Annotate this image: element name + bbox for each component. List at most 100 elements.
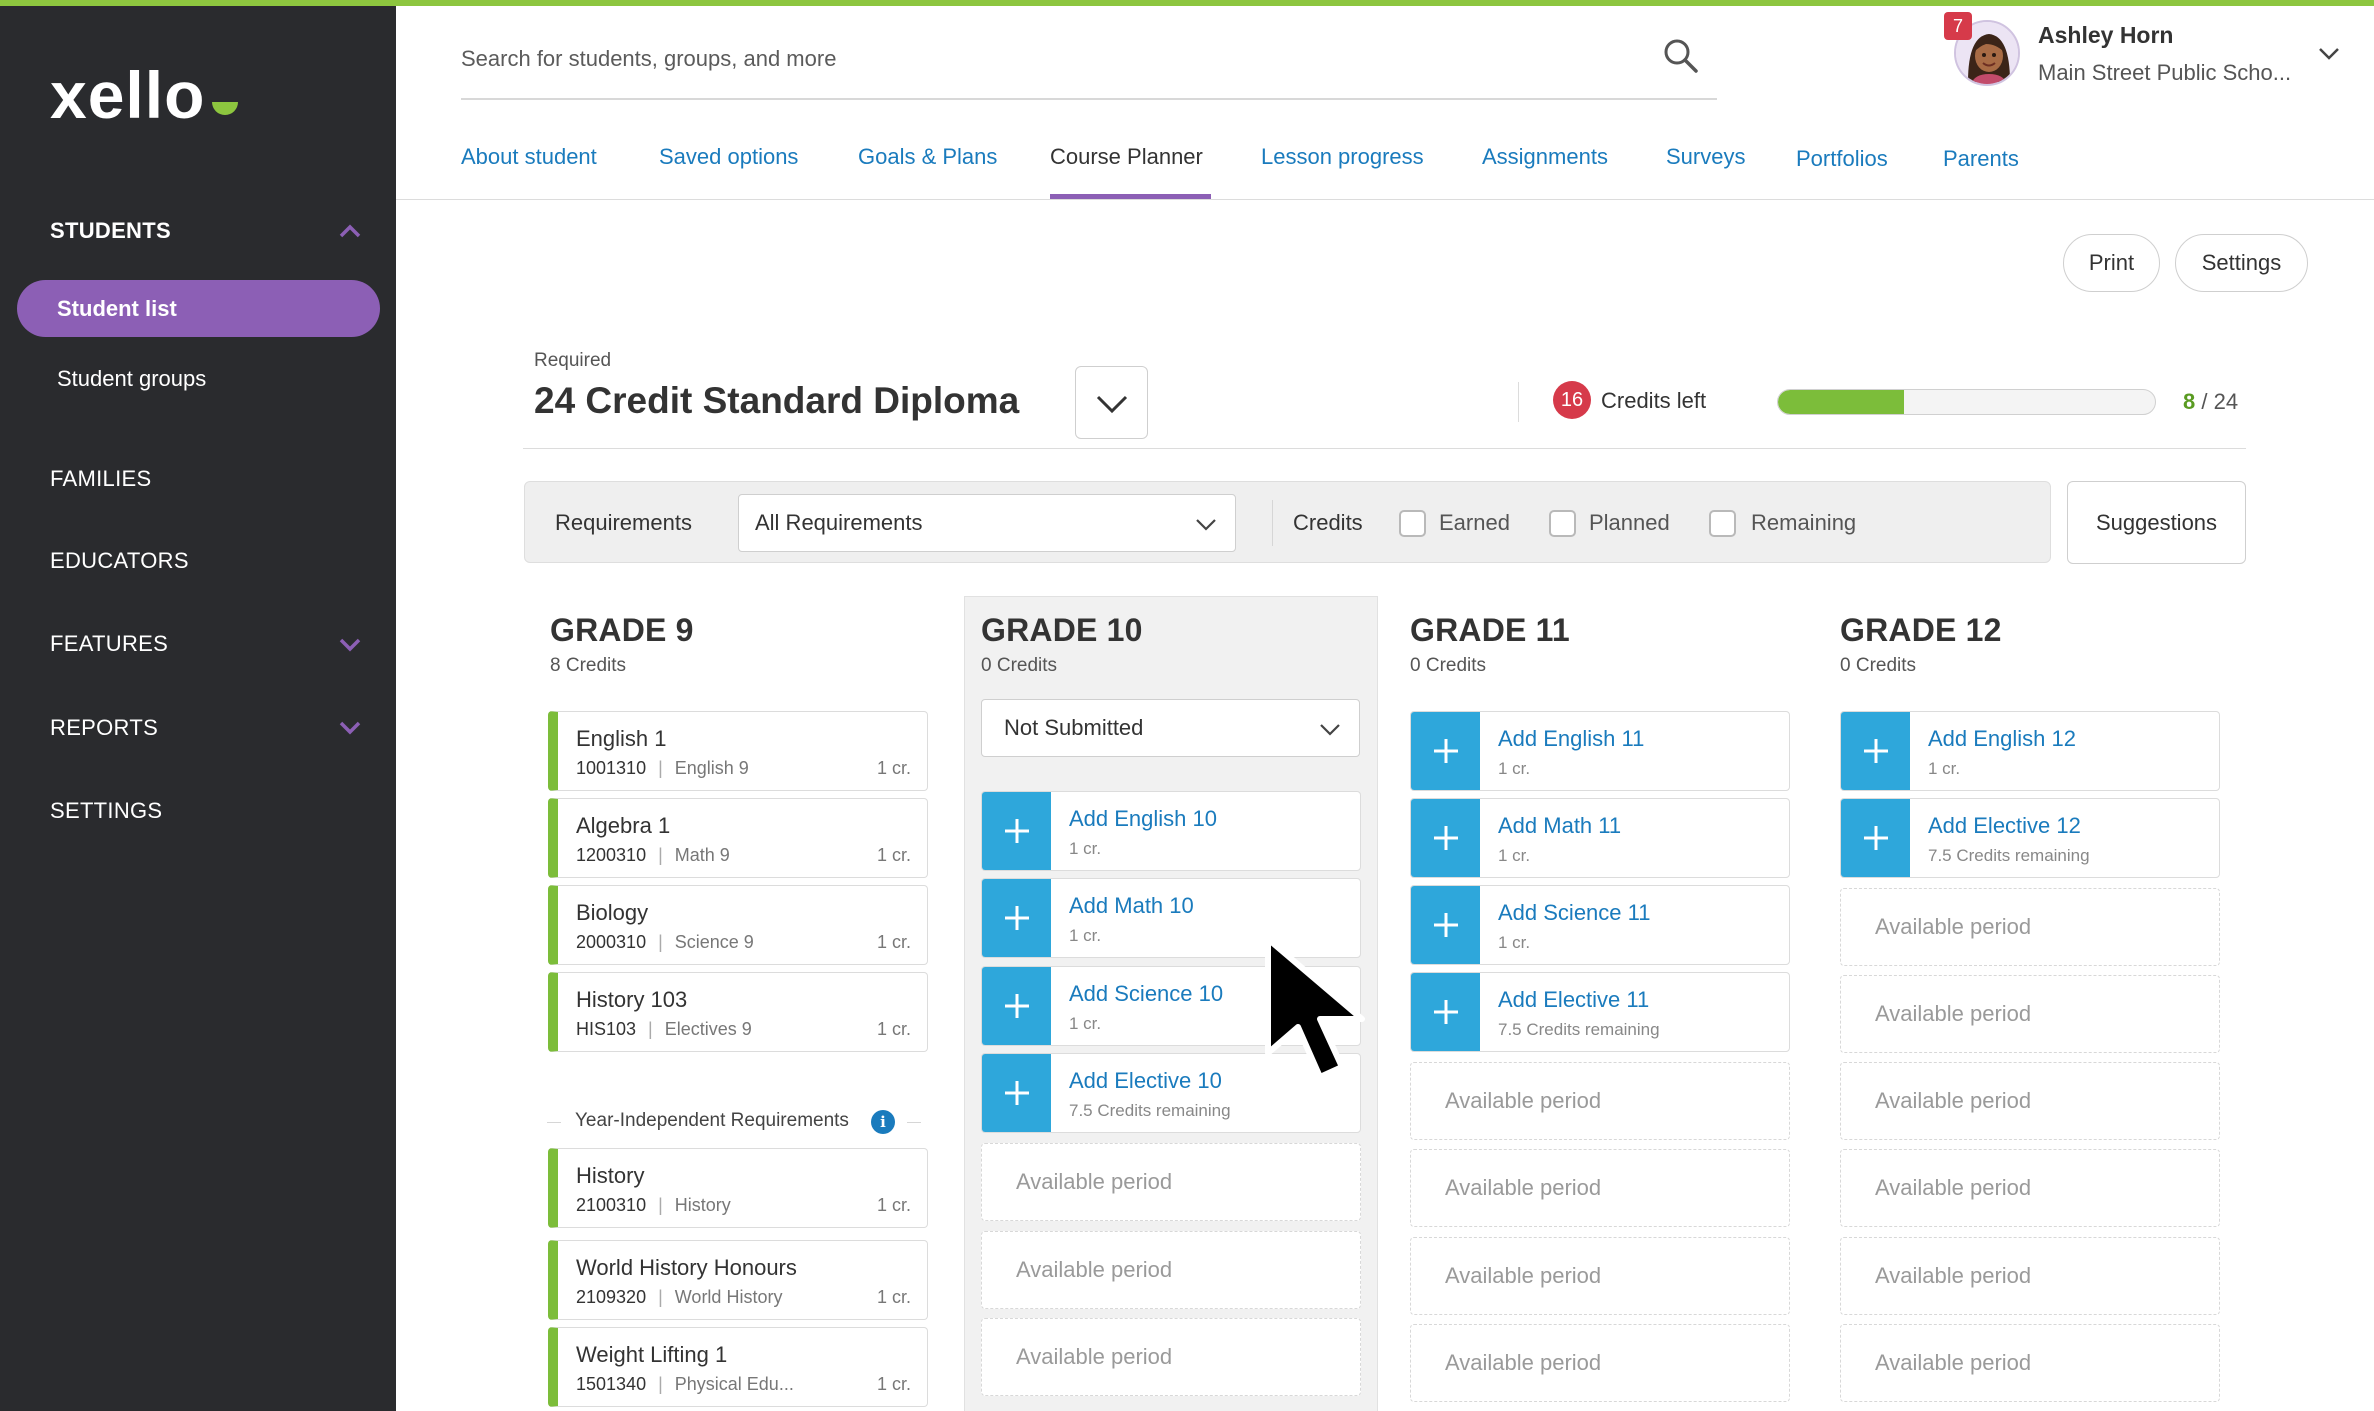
add-course-credits: 1 cr. <box>1498 846 1531 865</box>
credits-progress-text: 8 / 24 <box>2183 389 2238 415</box>
add-course-card[interactable]: Add Math 11 1 cr. <box>1410 798 1790 878</box>
chevron-up-icon[interactable] <box>336 218 364 246</box>
sidebar-item-label: STUDENTS <box>50 218 171 243</box>
chevron-down-icon <box>1320 724 1340 736</box>
available-period-slot[interactable]: Available period <box>1840 1237 2220 1315</box>
available-period-slot[interactable]: Available period <box>1840 1324 2220 1402</box>
planned-checkbox[interactable] <box>1549 510 1576 537</box>
notification-badge[interactable]: 7 <box>1944 12 1972 40</box>
course-card[interactable]: English 1 1001310 | English 9 1 cr. <box>548 711 928 791</box>
sidebar-item-label: FAMILIES <box>50 466 152 491</box>
available-period-slot[interactable]: Available period <box>981 1231 1361 1309</box>
chevron-down-icon[interactable] <box>2314 38 2344 68</box>
plus-icon[interactable] <box>982 792 1051 870</box>
requirements-select-value: All Requirements <box>755 510 923 535</box>
user-menu[interactable]: 7 Ashley Horn Main Street Public Scho... <box>1944 12 2364 92</box>
plus-icon[interactable] <box>982 879 1051 957</box>
tab-goals-plans[interactable]: Goals & Plans <box>858 144 997 170</box>
available-period-slot[interactable]: Available period <box>1410 1149 1790 1227</box>
available-period-slot[interactable]: Available period <box>1410 1324 1790 1402</box>
add-course-card[interactable]: Add English 10 1 cr. <box>981 791 1361 871</box>
grade-9-header: GRADE 9 8 Credits <box>550 612 694 677</box>
year-independent-label: Year-Independent Requirements <box>575 1110 849 1131</box>
course-card[interactable]: World History Honours 2109320 | World Hist… <box>548 1240 928 1320</box>
available-period-slot[interactable]: Available period <box>981 1318 1361 1396</box>
tab-assignments[interactable]: Assignments <box>1482 144 1608 170</box>
grade-11-header: GRADE 11 0 Credits <box>1410 612 1570 677</box>
chevron-down-icon[interactable] <box>336 713 364 741</box>
sidebar-item-features[interactable]: FEATURES <box>50 631 168 657</box>
sidebar-item-students[interactable]: STUDENTS <box>50 218 171 244</box>
available-period-slot[interactable]: Available period <box>1840 1062 2220 1140</box>
plus-icon[interactable] <box>1411 799 1480 877</box>
sidebar-item-student-groups[interactable]: Student groups <box>57 366 206 392</box>
remaining-checkbox[interactable] <box>1709 510 1736 537</box>
plus-icon[interactable] <box>982 967 1051 1045</box>
requirements-select[interactable]: All Requirements <box>738 494 1236 552</box>
course-card[interactable]: Biology 2000310 | Science 9 1 cr. <box>548 885 928 965</box>
course-category: World History <box>674 1287 783 1307</box>
chevron-down-icon[interactable] <box>336 630 364 658</box>
credits-filter-label: Credits <box>1293 510 1363 535</box>
sidebar-item-educators[interactable]: EDUCATORS <box>50 548 189 574</box>
course-name: History 103 <box>576 987 688 1012</box>
sidebar-item-student-list[interactable]: Student list <box>17 280 380 337</box>
grade-credits: 8 Credits <box>550 655 627 676</box>
xello-logo[interactable]: xello <box>48 56 268 146</box>
plus-icon[interactable] <box>1411 712 1480 790</box>
add-course-card[interactable]: Add English 11 1 cr. <box>1410 711 1790 791</box>
course-card[interactable]: Weight Lifting 1 1501340 | Physical Edu...… <box>548 1327 928 1407</box>
divider <box>907 1122 921 1123</box>
plus-icon[interactable] <box>1411 973 1480 1051</box>
course-meta: 2100310 | History <box>576 1195 731 1215</box>
planned-checkbox-label: Planned <box>1589 510 1670 535</box>
add-course-title: Add English 10 <box>1069 806 1217 831</box>
add-course-title: Add Elective 12 <box>1928 813 2081 838</box>
tab-course-planner[interactable]: Course Planner <box>1050 144 1203 170</box>
add-course-card[interactable]: Add Elective 12 7.5 Credits remaining <box>1840 798 2220 878</box>
search-icon[interactable] <box>1661 36 1701 76</box>
grade-10-header: GRADE 10 0 Credits <box>981 612 1143 677</box>
mouse-cursor-icon <box>1265 936 1365 1080</box>
tab-about-student[interactable]: About student <box>461 144 597 170</box>
print-button[interactable]: Print <box>2063 234 2160 292</box>
available-period-slot[interactable]: Available period <box>1840 1149 2220 1227</box>
available-period-slot[interactable]: Available period <box>1410 1237 1790 1315</box>
suggestions-button[interactable]: Suggestions <box>2067 481 2246 564</box>
available-period-slot[interactable]: Available period <box>1840 888 2220 966</box>
sidebar-item-reports[interactable]: REPORTS <box>50 715 158 741</box>
tab-portfolios[interactable]: Portfolios <box>1796 146 1888 172</box>
credits-left-label: Credits left <box>1601 388 1707 413</box>
plus-icon[interactable] <box>982 1054 1051 1132</box>
tab-surveys[interactable]: Surveys <box>1666 144 1745 170</box>
course-code: 2109320 <box>576 1287 647 1307</box>
search-input[interactable] <box>461 32 1641 86</box>
add-course-card[interactable]: Add Elective 11 7.5 Credits remaining <box>1410 972 1790 1052</box>
diploma-dropdown-button[interactable] <box>1075 366 1148 439</box>
filter-bar: Requirements All Requirements Credits Ea… <box>524 481 2051 563</box>
tab-lesson-progress[interactable]: Lesson progress <box>1261 144 1424 170</box>
plus-icon[interactable] <box>1841 712 1910 790</box>
remaining-checkbox-label: Remaining <box>1751 510 1857 535</box>
course-card[interactable]: History 2100310 | History 1 cr. <box>548 1148 928 1228</box>
earned-checkbox[interactable] <box>1399 510 1426 537</box>
course-card[interactable]: History 103 HIS103 | Electives 9 1 cr. <box>548 972 928 1052</box>
header-divider <box>396 199 2374 200</box>
divider <box>1518 382 1519 422</box>
tab-saved-options[interactable]: Saved options <box>659 144 798 170</box>
add-course-card[interactable]: Add Science 11 1 cr. <box>1410 885 1790 965</box>
sidebar-item-settings[interactable]: SETTINGS <box>50 798 162 824</box>
available-period-slot[interactable]: Available period <box>981 1143 1361 1221</box>
available-period-slot[interactable]: Available period <box>1410 1062 1790 1140</box>
info-icon[interactable]: i <box>871 1110 895 1134</box>
submission-status-select[interactable]: Not Submitted <box>981 699 1360 757</box>
available-period-slot[interactable]: Available period <box>1840 975 2220 1053</box>
settings-button[interactable]: Settings <box>2175 234 2308 292</box>
course-card[interactable]: Algebra 1 1200310 | Math 9 1 cr. <box>548 798 928 878</box>
sidebar-item-families[interactable]: FAMILIES <box>50 466 151 492</box>
plus-icon[interactable] <box>1841 799 1910 877</box>
tab-parents[interactable]: Parents <box>1943 146 2019 172</box>
plus-icon[interactable] <box>1411 886 1480 964</box>
add-course-card[interactable]: Add English 12 1 cr. <box>1840 711 2220 791</box>
course-credit: 1 cr. <box>876 1374 911 1394</box>
